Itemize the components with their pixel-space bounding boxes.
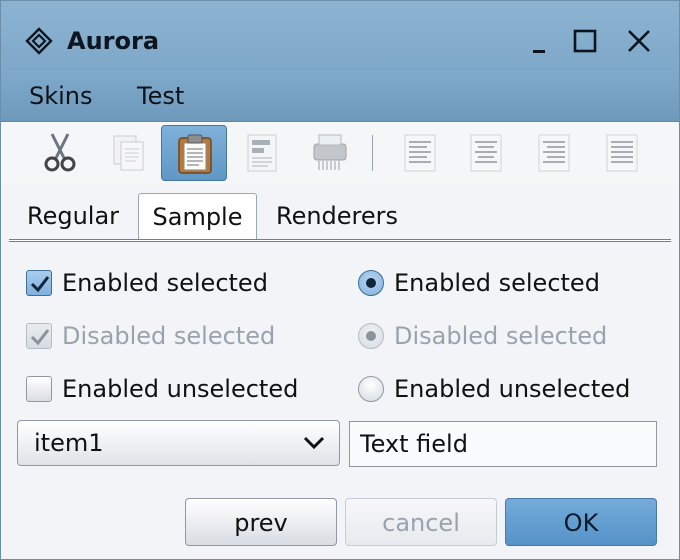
checkbox-box[interactable] [26,270,52,296]
minimize-icon [533,50,545,53]
align-right-icon [538,134,570,172]
minimize-button[interactable] [525,23,561,59]
menu-item-skins[interactable]: Skins [29,80,93,112]
radio-circle [358,323,384,349]
tab-panel-border [9,239,671,242]
tab-renderers[interactable]: Renderers [263,193,411,240]
window-title: Aurora [67,27,160,55]
tab-sample[interactable]: Sample [138,193,257,242]
align-center-icon [470,134,502,172]
printer-button[interactable] [297,125,363,181]
paste-button[interactable] [161,125,227,181]
copy-button[interactable] [95,125,161,181]
align-left-icon [404,134,436,172]
cut-button[interactable] [27,125,93,181]
document-button[interactable] [229,125,295,181]
checkbox-enabled-selected[interactable]: Enabled selected [26,266,326,302]
radio-circle[interactable] [358,270,384,296]
text-field[interactable] [349,421,657,467]
maximize-button[interactable] [567,23,603,59]
radio-label: Enabled selected [394,269,600,297]
toolbar-separator [372,135,373,171]
checkbox-box[interactable] [26,376,52,402]
combobox-value: item1 [34,429,104,457]
close-button[interactable] [621,23,657,59]
radio-dot-icon [366,331,376,341]
radio-disabled-selected: Disabled selected [358,319,658,355]
radio-circle[interactable] [358,376,384,402]
checkbox-box [26,323,52,349]
align-center-button[interactable] [453,125,519,181]
checkbox-enabled-unselected[interactable]: Enabled unselected [26,372,326,408]
check-mark-icon [30,329,50,346]
tab-bar: Regular Sample Renderers [1,191,679,242]
prev-button[interactable]: prev [185,498,337,546]
radio-dot-icon [366,278,376,288]
paste-icon [178,134,212,174]
checkbox-label: Disabled selected [62,322,276,350]
ok-button[interactable]: OK [505,498,657,546]
radio-enabled-unselected[interactable]: Enabled unselected [358,372,658,408]
close-icon [628,30,650,52]
checkbox-label: Enabled selected [62,269,268,297]
document-icon [247,134,277,172]
printer-icon [313,134,347,170]
radio-label: Enabled unselected [394,375,631,403]
check-mark-icon [30,276,50,293]
cut-icon [44,133,76,172]
align-justify-button[interactable] [589,125,655,181]
align-justify-icon [606,134,638,172]
checkbox-label: Enabled unselected [62,375,299,403]
diamond-logo-icon [25,27,53,55]
copy-icon [113,135,144,171]
align-right-button[interactable] [521,125,587,181]
radio-label: Disabled selected [394,322,608,350]
text-field-input[interactable] [350,422,656,466]
maximize-icon [573,29,597,53]
checkbox-disabled-selected: Disabled selected [26,319,326,355]
cancel-button: cancel [345,498,497,546]
menu-item-test[interactable]: Test [137,80,184,112]
item-combobox[interactable]: item1 [17,420,340,466]
align-left-button[interactable] [387,125,453,181]
app-window: Aurora Skins Test Regular Sample Rendere… [0,0,680,560]
menu-bar: Skins Test [1,71,679,122]
tab-regular[interactable]: Regular [13,193,133,240]
toolbar [1,122,679,184]
radio-enabled-selected[interactable]: Enabled selected [358,266,658,302]
title-bar[interactable]: Aurora [1,1,679,71]
chevron-down-icon [303,436,325,450]
